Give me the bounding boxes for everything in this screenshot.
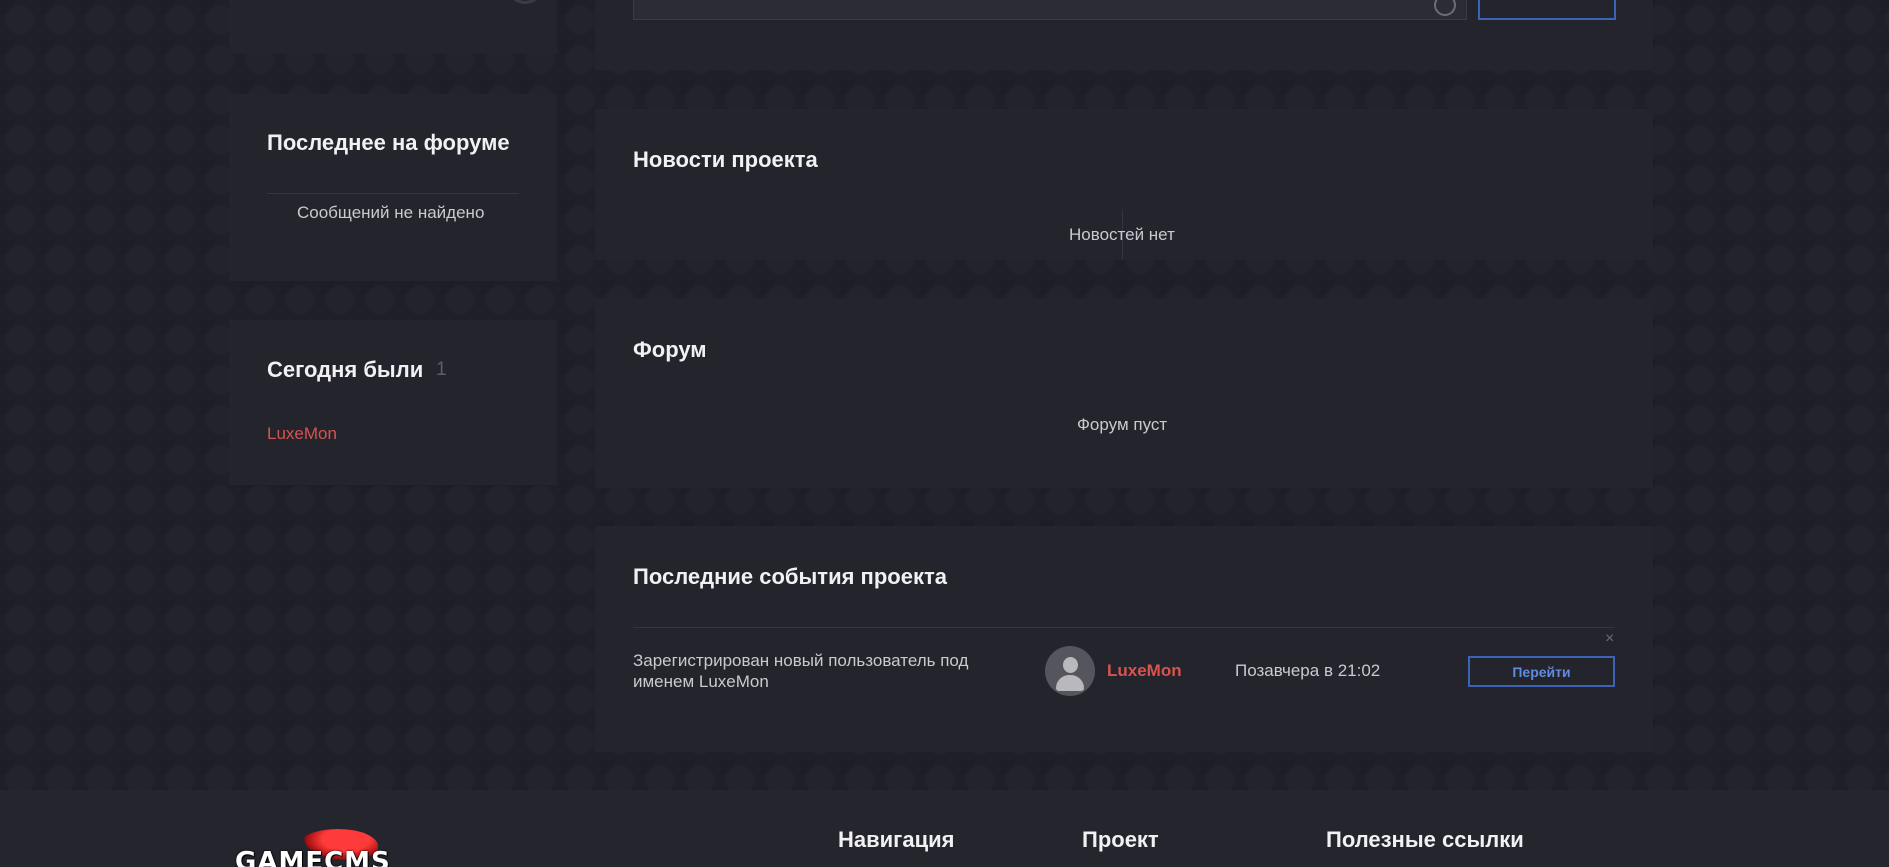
close-icon[interactable]: × (1605, 630, 1614, 648)
forum-empty: Форум пуст (1077, 415, 1168, 434)
forum-panel (595, 298, 1653, 488)
top-left-panel (229, 0, 557, 54)
news-title: Новости проекта (633, 147, 818, 172)
forum-latest-panel (229, 94, 557, 281)
forum-title: Форум (633, 337, 707, 362)
event-text: Зарегистрирован новый пользователь под и… (633, 651, 969, 691)
news-empty: Новостей нет (1069, 225, 1175, 244)
events-title: Последние события проекта (633, 564, 947, 589)
site-logo[interactable]: GAMECMS (233, 829, 403, 867)
avatar[interactable] (1045, 646, 1095, 696)
search-input[interactable] (633, 0, 1467, 20)
visitor-link[interactable]: LuxeMon (267, 424, 337, 444)
user-silhouette-icon (1056, 675, 1084, 691)
footer-heading-links: Полезные ссылки (1326, 827, 1524, 852)
footer-heading-project: Проект (1082, 827, 1159, 852)
today-visitors-title: Сегодня были (267, 357, 424, 382)
logo-text: GAMECMS (235, 847, 391, 867)
today-visitors-panel (229, 320, 557, 485)
today-visitors-count: 1 (436, 359, 447, 380)
forum-latest-title: Последнее на форуме (267, 130, 510, 155)
footer-heading-navigation: Навигация (838, 827, 955, 852)
forum-latest-empty: Сообщений не найдено (297, 203, 485, 222)
go-button[interactable]: Перейти (1468, 656, 1615, 687)
divider (633, 627, 1615, 628)
event-time: Позавчера в 21:02 (1235, 661, 1381, 680)
submit-button[interactable] (1478, 0, 1616, 20)
avatar (505, 0, 545, 4)
info-icon[interactable] (1434, 0, 1456, 16)
events-panel (595, 526, 1653, 752)
event-user-link[interactable]: LuxeMon (1107, 661, 1182, 681)
user-silhouette-icon (1063, 657, 1078, 673)
divider (267, 193, 519, 194)
